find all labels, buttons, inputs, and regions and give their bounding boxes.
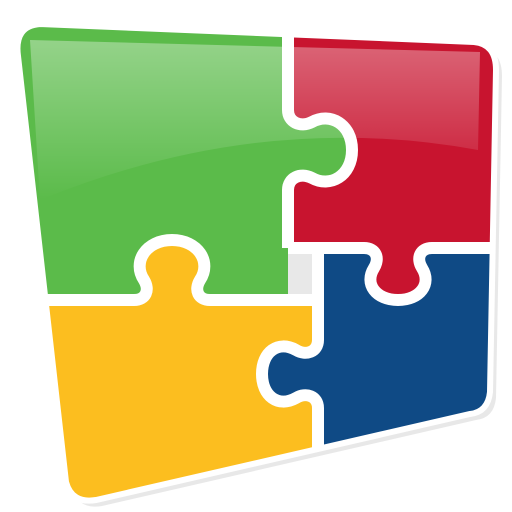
puzzle-logo bbox=[0, 0, 512, 512]
puzzle-logo-icon bbox=[14, 20, 502, 507]
